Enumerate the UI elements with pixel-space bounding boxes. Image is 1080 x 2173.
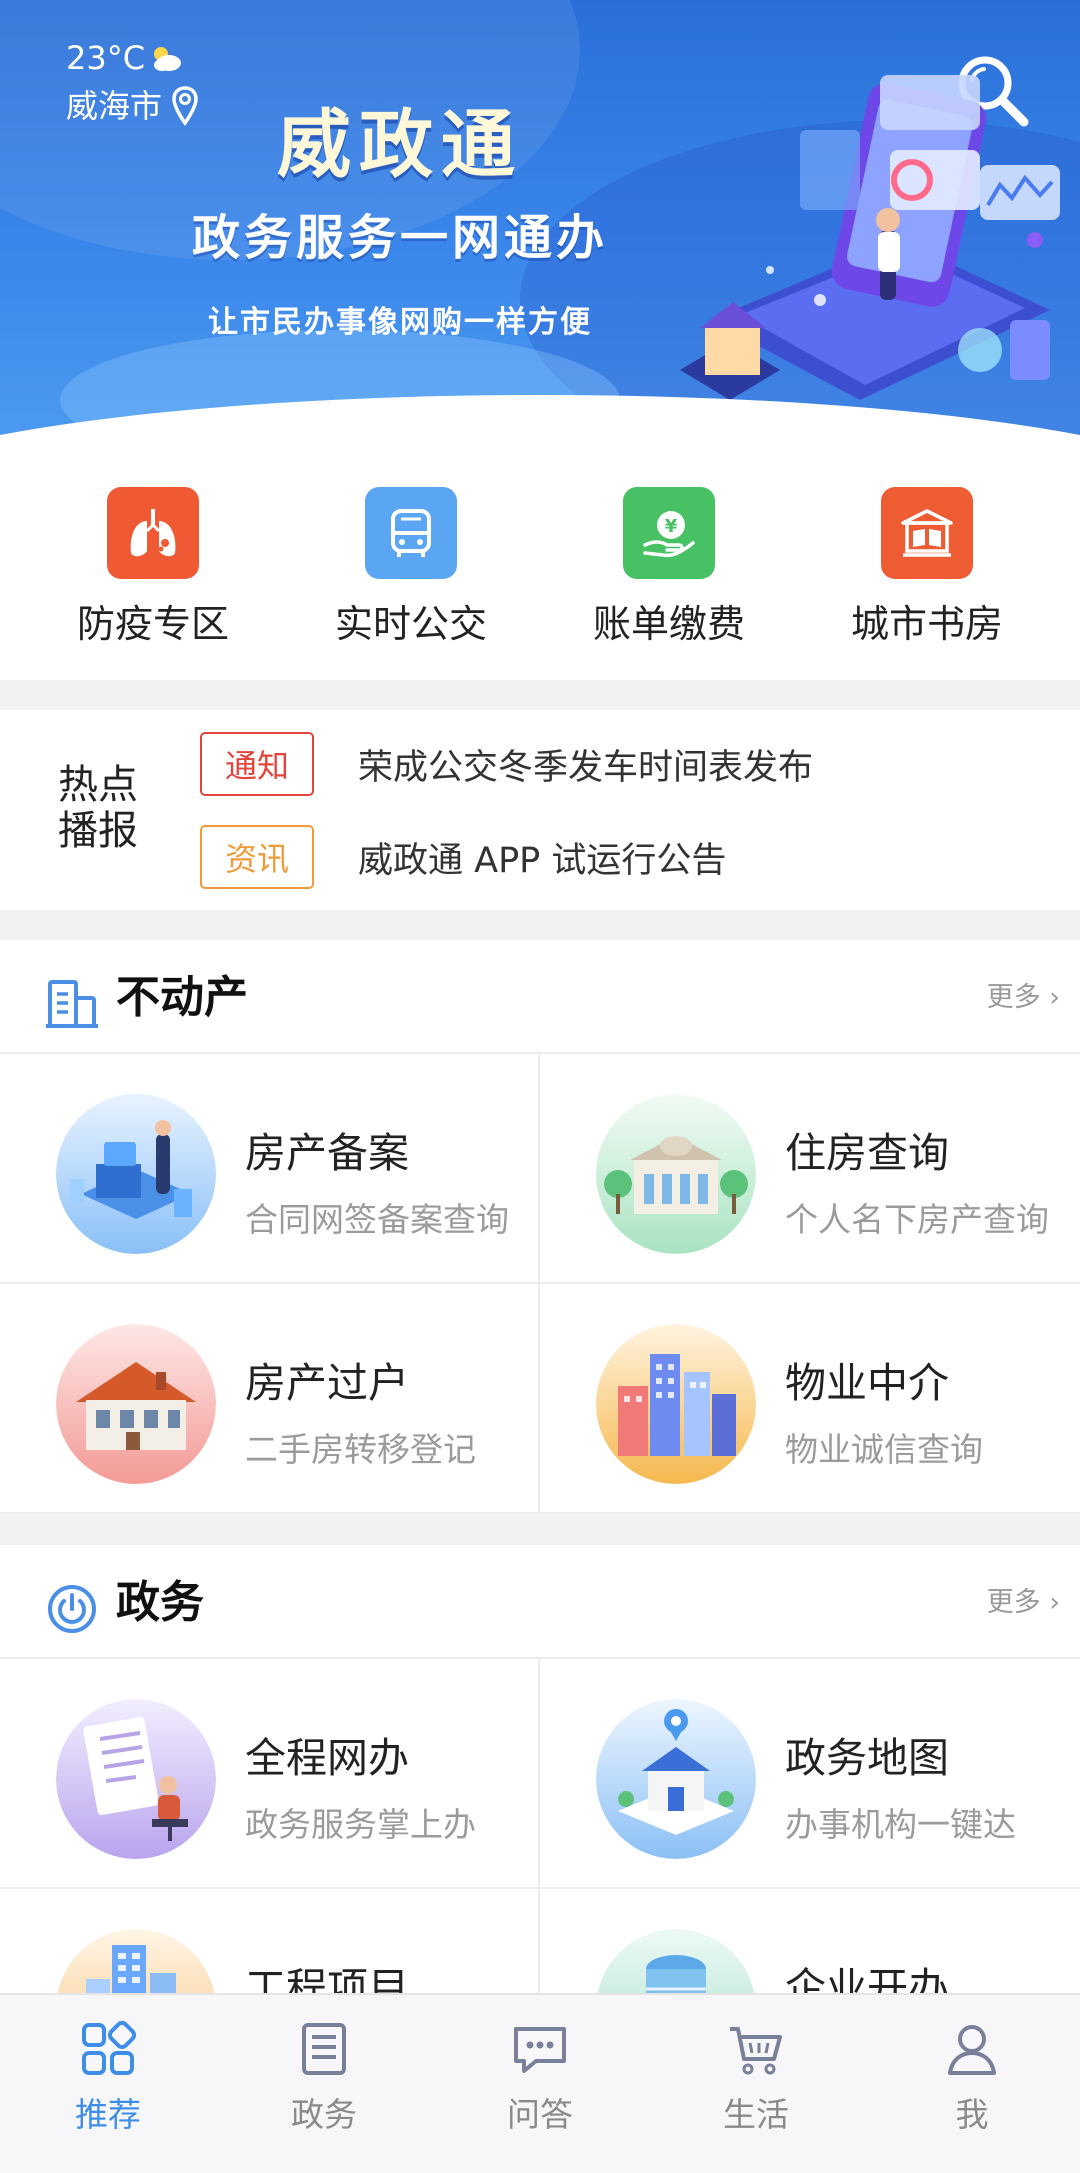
recommend-icon [82, 2020, 137, 2075]
building-icon [46, 980, 98, 1028]
section-header: 政务 更多 › [0, 1545, 1080, 1659]
news-tag-notice: 通知 [200, 732, 314, 796]
tab-label: 问答 [507, 2095, 573, 2134]
tab-label: 政务 [291, 2095, 357, 2134]
quick-item-payment[interactable]: ¥ 账单缴费 [540, 445, 798, 680]
quick-menu: 防疫专区 实时公交 ¥ 账单缴费 城市书房 [0, 445, 1080, 680]
tab-government[interactable]: 政务 [216, 1995, 432, 2173]
tab-qa[interactable]: 问答 [432, 1995, 648, 2173]
bottom-tab-bar: 推荐 政务 问答 生活 我 [0, 1993, 1080, 2173]
svg-text:¥: ¥ [665, 516, 678, 537]
service-title: 政务地图 [785, 1734, 949, 1782]
app-name: 威政通 [277, 102, 523, 188]
library-icon [881, 487, 973, 579]
top-banner: 23°C 威海市 威政通 政务服务一网通办 让市民办事像网购一样方便 [0, 0, 1080, 445]
service-subtitle: 合同网签备案查询 [245, 1200, 509, 1239]
partly-cloudy-icon [154, 47, 182, 71]
service-housing-query[interactable]: 住房查询 个人名下房产查询 [540, 1054, 1080, 1284]
service-grid: 房产备案 合同网签备案查询 住房查询 个人名下房产查询 房产过户 二手房转移登记… [0, 1054, 1080, 1514]
bus-icon [365, 487, 457, 579]
service-government-map[interactable]: 政务地图 办事机构一键达 [540, 1659, 1080, 1889]
service-house-transfer[interactable]: 房产过户 二手房转移登记 [0, 1284, 540, 1514]
temperature-text: 23°C [66, 39, 146, 77]
service-title: 物业中介 [785, 1359, 949, 1407]
service-subtitle: 二手房转移登记 [245, 1430, 476, 1469]
real-estate-section: 不动产 更多 › 房产备案 合同网签备案查询 住房查询 个人名下房产查询 房产过… [0, 940, 1080, 1514]
service-house-filing[interactable]: 房产备案 合同网签备案查询 [0, 1054, 540, 1284]
service-property-agency[interactable]: 物业中介 物业诚信查询 [540, 1284, 1080, 1514]
power-circle-icon [48, 1585, 96, 1633]
more-link[interactable]: 更多 › [987, 980, 1060, 1016]
news-tag-info: 资讯 [200, 825, 314, 889]
service-online-processing[interactable]: 全程网办 政务服务掌上办 [0, 1659, 540, 1889]
service-title: 全程网办 [245, 1734, 409, 1782]
service-subtitle: 物业诚信查询 [785, 1430, 983, 1469]
tab-me[interactable]: 我 [864, 1995, 1080, 2173]
tab-label: 我 [955, 2095, 989, 2134]
tab-life[interactable]: 生活 [648, 1995, 864, 2173]
service-title: 房产备案 [245, 1129, 409, 1177]
banner-tagline: 让市民办事像网购一样方便 [208, 305, 592, 340]
news-text: 荣成公交冬季发车时间表发布 [358, 747, 814, 788]
quick-label: 账单缴费 [592, 602, 745, 646]
service-subtitle: 政务服务掌上办 [245, 1805, 476, 1844]
online-processing-illustration [56, 1699, 216, 1859]
tab-label: 生活 [723, 2095, 789, 2134]
quick-label: 防疫专区 [76, 602, 229, 646]
service-title: 住房查询 [785, 1129, 949, 1177]
house-transfer-illustration [56, 1324, 216, 1484]
banner-slogan: 政务服务一网通办 [191, 210, 608, 266]
city-name: 威海市 [66, 87, 163, 125]
service-title: 房产过户 [245, 1359, 409, 1407]
document-list-icon [302, 2023, 346, 2075]
chevron-right-icon: › [1049, 1587, 1060, 1618]
tab-label: 推荐 [75, 2095, 141, 2134]
quick-label: 城市书房 [850, 602, 1003, 646]
quick-item-epidemic[interactable]: 防疫专区 [24, 445, 282, 680]
quick-label: 实时公交 [334, 602, 487, 646]
tab-recommend[interactable]: 推荐 [0, 1995, 216, 2173]
more-label: 更多 [986, 1587, 1041, 1618]
hot-news-panel: 热点 播报 通知 荣成公交冬季发车时间表发布 资讯 威政通 APP 试运行公告 [0, 710, 1080, 910]
house-filing-illustration [56, 1094, 216, 1254]
quick-item-bus[interactable]: 实时公交 [282, 445, 540, 680]
housing-query-illustration [596, 1094, 756, 1254]
service-subtitle: 个人名下房产查询 [785, 1200, 1049, 1239]
quick-item-library[interactable]: 城市书房 [798, 445, 1056, 680]
property-agency-illustration [596, 1324, 756, 1484]
hot-news-title-line: 播报 [58, 808, 138, 854]
section-title: 政务 [116, 1577, 204, 1628]
banner-illustration [680, 75, 1060, 400]
chevron-right-icon: › [1049, 982, 1060, 1013]
news-item[interactable]: 通知 荣成公交冬季发车时间表发布 [200, 732, 813, 796]
banner-brand: 威政通 政务服务一网通办 让市民办事像网购一样方便 [150, 100, 650, 342]
shopping-cart-icon [730, 2027, 782, 2075]
news-item[interactable]: 资讯 威政通 APP 试运行公告 [200, 825, 726, 889]
payment-icon: ¥ [623, 487, 715, 579]
section-title: 不动产 [116, 972, 248, 1023]
chat-bubble-icon [514, 2027, 566, 2073]
hot-news-title-line: 热点 [58, 762, 138, 808]
government-map-illustration [596, 1699, 756, 1859]
news-text: 威政通 APP 试运行公告 [358, 840, 727, 881]
section-header: 不动产 更多 › [0, 940, 1080, 1054]
user-icon [948, 2025, 996, 2075]
more-label: 更多 [986, 982, 1041, 1013]
more-link[interactable]: 更多 › [987, 1585, 1060, 1621]
service-subtitle: 办事机构一键达 [785, 1805, 1016, 1844]
hot-news-title: 热点 播报 [58, 762, 158, 854]
lungs-icon [107, 487, 199, 579]
